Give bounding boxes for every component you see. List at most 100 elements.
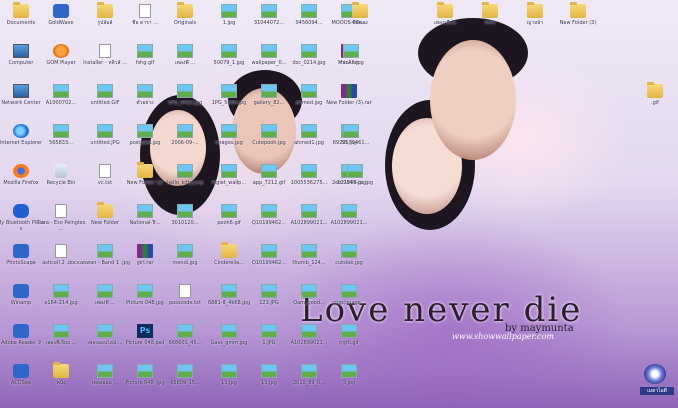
folder-icon: [482, 2, 498, 18]
img-icon: [347, 164, 363, 178]
folder-icon: [221, 242, 237, 258]
desktop-icon-label: Originals: [173, 20, 197, 26]
desktop-icon-label: Recycle Bin: [46, 180, 76, 186]
img-icon: [261, 204, 277, 218]
desktop-icon[interactable]: asticell 2 .docx: [36, 242, 86, 286]
desktop-icon[interactable]: 107849-pc.jpg: [330, 162, 380, 206]
img-icon: [341, 244, 357, 258]
desktop-icon[interactable]: 1PG_4423.jpg: [160, 82, 210, 126]
img-icon: [221, 284, 237, 298]
desktop-icon[interactable]: หนัง: [36, 362, 86, 406]
desktop-icon-label: MacAll.jpg: [338, 60, 364, 66]
desktop-icon-label: passcode.txt: [169, 300, 201, 306]
folder-icon: [97, 202, 113, 218]
img-icon: [177, 324, 193, 338]
desktop-icon-label: 107849-pc.jpg: [336, 180, 374, 186]
folder-icon: [647, 82, 663, 98]
img-icon: [53, 284, 69, 298]
desktop-icon-label: ngth.gif: [339, 340, 359, 346]
desktop-icon[interactable]: 6929579461...: [326, 122, 376, 166]
desktop-icon[interactable]: ซีดีพลง: [335, 2, 385, 46]
desktop-icon[interactable]: mini: [465, 2, 515, 46]
img-icon: [177, 244, 193, 258]
doc-icon: [139, 4, 151, 18]
desktop-icon-label: หนัง: [56, 380, 66, 386]
folder-icon: [352, 2, 368, 18]
desktop-icon[interactable]: New Folder (3).rar: [324, 82, 374, 126]
desktop-icon[interactable]: GoldWave: [36, 2, 86, 46]
desktop-icon[interactable]: .gif: [630, 82, 678, 126]
img-icon: [137, 84, 153, 98]
desktop-icon[interactable]: A1000702...: [36, 82, 86, 126]
img-icon: [97, 364, 113, 378]
app-icon: [53, 4, 69, 18]
desktop-icon[interactable]: mendi.jpg: [160, 242, 210, 286]
img-icon: [261, 164, 277, 178]
desktop-icon[interactable]: 565833...: [36, 122, 86, 166]
img-icon: [301, 44, 317, 58]
img-icon: [97, 124, 113, 138]
img-icon: [97, 84, 113, 98]
img-icon: [177, 164, 193, 178]
img-icon: [221, 44, 237, 58]
img-icon: [53, 124, 69, 138]
desktop-icon[interactable]: ngth.gif: [324, 322, 374, 366]
img-icon: [137, 204, 153, 218]
folder-icon: [570, 2, 586, 18]
desktop-icon-label: mini: [484, 20, 496, 26]
desktop-icon-label: e164-214.jpg: [44, 300, 78, 306]
app-icon: [13, 244, 29, 258]
fire-icon: [13, 164, 29, 178]
img-icon: [177, 84, 193, 98]
img-icon: [137, 284, 153, 298]
desktop-icon[interactable]: เพลงเพื่อน: [420, 2, 470, 46]
desktop-wallpaper: Love never die by maymunta www.showwallp…: [0, 0, 678, 408]
desktop-icon-label: GoldWave: [48, 20, 74, 26]
desktop-icon[interactable]: 666601_45...: [160, 322, 210, 366]
desktop-icon-label: New Folder (3): [559, 20, 597, 26]
img-icon: [97, 244, 113, 258]
img-icon: [301, 4, 317, 18]
img-icon: [343, 124, 359, 138]
desktop-icon-label: GOM Player: [46, 60, 76, 66]
desktop-icon[interactable]: เพลงพี่เจียม ...: [36, 322, 86, 366]
desktop-icon[interactable]: hello_kitty.png: [160, 162, 210, 206]
desktop-icon-label: New Folder (3).rar: [326, 100, 372, 106]
desktop-icon-label: A1000702...: [45, 100, 77, 106]
desktop-icon[interactable]: GOM Player: [36, 42, 86, 86]
desktop-icon[interactable]: Tiara - Eso Peingleo ...: [36, 202, 86, 246]
desktop-icon[interactable]: 3010120...: [160, 202, 210, 246]
img-icon: [301, 204, 317, 218]
img-icon: [301, 284, 317, 298]
folder-icon: [177, 2, 193, 18]
desktop-icon[interactable]: passcode.txt: [160, 282, 210, 326]
img-icon: [301, 84, 317, 98]
desktop-icon-label: 6929579461...: [332, 140, 370, 146]
tray-app-label[interactable]: เมตาไอตี: [640, 387, 674, 395]
desktop-icon[interactable]: 2006-09-...: [160, 122, 210, 166]
img-icon: [261, 284, 277, 298]
desktop-icon[interactable]: A102899021...: [324, 202, 374, 246]
desktop-icon[interactable]: Recycle Bin: [36, 162, 86, 206]
desktop-icon-label: เพลงพี่ ...: [174, 60, 196, 66]
desktop-icon[interactable]: Originals: [160, 2, 210, 46]
doc-icon: [55, 244, 67, 258]
desktop-icon[interactable]: cutsleb.jpg: [324, 242, 374, 286]
folder-icon: [137, 162, 153, 178]
img-icon: [221, 204, 237, 218]
folder-icon: [527, 2, 543, 18]
desktop-icon[interactable]: 66609_15...: [160, 362, 210, 406]
desktop-icon[interactable]: crop(image...: [324, 282, 374, 326]
desktop-icon-label: asticell 2 .docx: [42, 260, 80, 266]
desktop-icon[interactable]: MacAll.jpg: [326, 42, 376, 86]
desktop-icon-label: A102899021...: [330, 220, 368, 226]
desktop-icon[interactable]: New Folder (3): [553, 2, 603, 46]
img-icon: [341, 204, 357, 218]
desktop-icon[interactable]: e164-214.jpg: [36, 282, 86, 326]
tray-app-icon[interactable]: [644, 364, 666, 384]
img-icon: [221, 4, 237, 18]
desktop-icon[interactable]: 3.jpg: [324, 362, 374, 406]
rar-icon: [137, 244, 153, 258]
desktop-icon-label: เพลงเพื่อน: [434, 20, 456, 26]
desktop-icon[interactable]: เพลงพี่ ...: [160, 42, 210, 86]
